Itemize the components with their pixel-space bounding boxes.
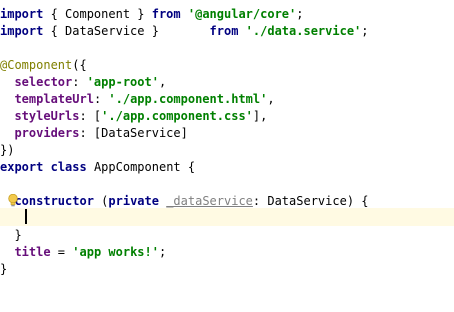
code-line[interactable]: import { Component } from '@angular/core… xyxy=(0,6,303,23)
code-token: }) xyxy=(0,143,15,157)
code-token: { Component } xyxy=(43,7,152,21)
code-token: templateUrl xyxy=(14,92,94,106)
code-line[interactable]: import { DataService } from './data.serv… xyxy=(0,23,369,40)
code-token: : DataService) { xyxy=(252,194,369,208)
code-line[interactable]: title = 'app works!'; xyxy=(0,244,166,261)
code-line[interactable]: templateUrl: './app.component.html', xyxy=(0,91,275,108)
code-token: @Component xyxy=(0,58,73,72)
code-line[interactable]: providers: [DataService] xyxy=(0,125,188,142)
code-token: : [ xyxy=(79,109,102,123)
code-token: ; xyxy=(296,7,304,21)
code-line[interactable]: export class AppComponent { xyxy=(0,159,195,176)
code-token: { DataService } xyxy=(43,24,210,38)
code-line[interactable]: } xyxy=(0,261,7,278)
code-token: './app.component.html' xyxy=(108,92,268,106)
code-token: 'app-root' xyxy=(86,75,159,89)
code-token: export xyxy=(0,160,44,174)
code-line[interactable]: @Component({ xyxy=(0,57,87,74)
code-token: private xyxy=(108,194,159,208)
code-token: from xyxy=(209,24,239,38)
code-token: ; xyxy=(158,245,167,259)
code-token: ], xyxy=(252,109,268,123)
code-token: ; xyxy=(361,24,369,38)
code-line[interactable]: styleUrls: ['./app.component.css'], xyxy=(0,108,267,125)
text-caret xyxy=(25,209,27,224)
code-token: AppComponent { xyxy=(86,160,196,174)
code-token: selector xyxy=(14,75,73,89)
code-token: ({ xyxy=(72,58,87,72)
current-line-highlight xyxy=(0,208,454,226)
code-editor[interactable]: import { Component } from '@angular/core… xyxy=(0,0,454,312)
code-token: = xyxy=(50,245,73,259)
code-token: , xyxy=(158,75,167,89)
code-token: } xyxy=(0,262,8,276)
lightbulb-icon[interactable] xyxy=(8,194,18,207)
code-token: : xyxy=(93,92,109,106)
code-token: _dataService xyxy=(166,194,253,208)
code-token: class xyxy=(50,160,87,174)
code-token: '@angular/core' xyxy=(187,7,297,21)
code-token: './data.service' xyxy=(245,24,362,38)
code-line[interactable]: } xyxy=(0,227,22,244)
code-token: constructor xyxy=(14,194,94,208)
code-line[interactable]: }) xyxy=(0,142,14,159)
code-token: styleUrls xyxy=(14,109,80,123)
code-line[interactable]: selector: 'app-root', xyxy=(0,74,166,91)
code-token: './app.component.css' xyxy=(101,109,253,123)
code-token: } xyxy=(0,228,22,242)
code-token: 'app works!' xyxy=(72,245,159,259)
code-token: : xyxy=(72,75,87,89)
code-token: title xyxy=(14,245,51,259)
code-token: import xyxy=(0,24,44,38)
code-token: : [DataService] xyxy=(79,126,188,140)
code-token: import xyxy=(0,7,44,21)
code-line[interactable]: constructor (private _dataService: DataS… xyxy=(0,193,369,210)
code-token: from xyxy=(151,7,181,21)
code-token: providers xyxy=(14,126,80,140)
code-token: , xyxy=(267,92,275,106)
code-token: ( xyxy=(93,194,109,208)
